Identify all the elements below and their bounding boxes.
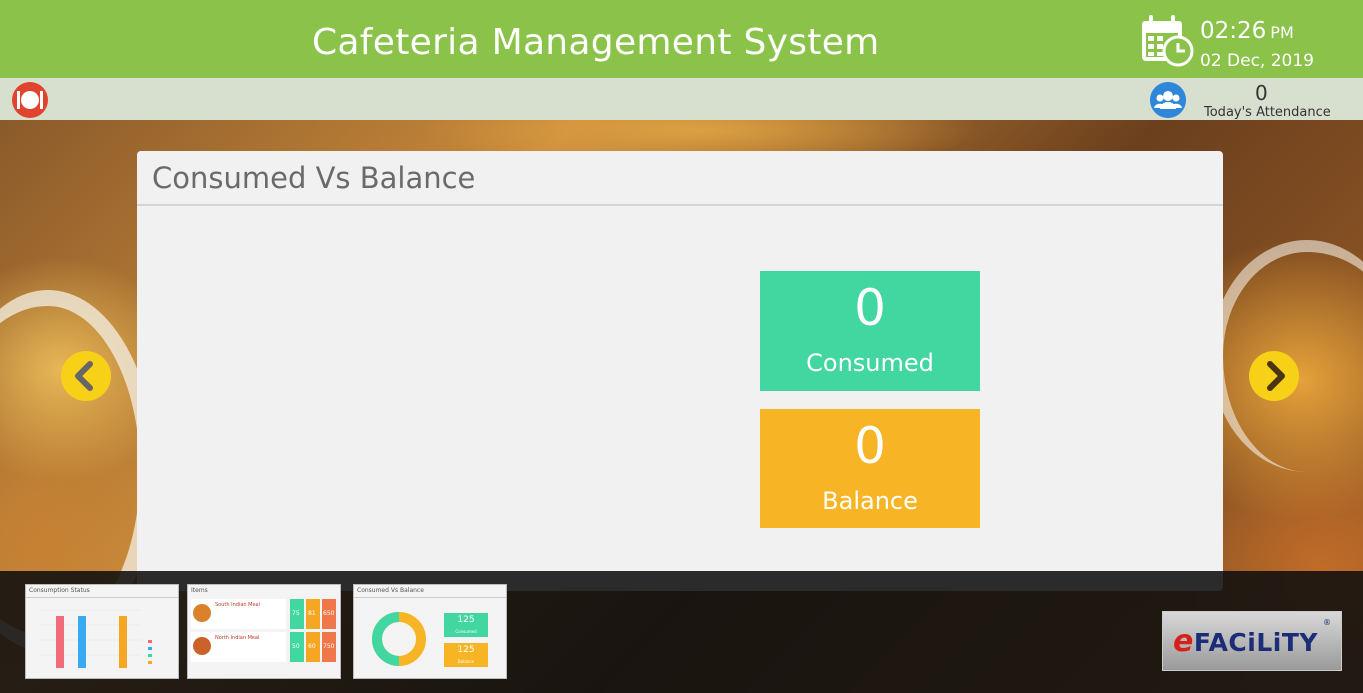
users-icon xyxy=(1150,82,1186,118)
thumbnail-items-table xyxy=(191,599,336,662)
clock-ampm: PM xyxy=(1270,23,1294,42)
thumbnail-cell: 81 xyxy=(308,610,316,617)
thumbnail-balance-label: Balance xyxy=(458,659,474,664)
thumbnail-consumed-vs-balance[interactable]: Consumed Vs Balance 125 Consumed 125 Bal… xyxy=(353,584,507,679)
header-bar: Cafeteria Management System 02:26 PM 02 D… xyxy=(0,0,1363,78)
thumbnail-row-label: North Indian Meal xyxy=(215,635,260,641)
thumbnail-cell: 50 xyxy=(292,643,300,650)
brand-e: e xyxy=(1173,624,1194,659)
thumbnail-balance-value: 125 xyxy=(457,645,475,655)
attendance-label: Today's Attendance xyxy=(1204,105,1331,120)
calendar-clock-icon xyxy=(1142,15,1194,67)
chevron-left-icon xyxy=(75,361,93,391)
thumbnail-consumed-label: Consumed xyxy=(455,629,477,634)
thumbnail-menu-items[interactable]: Items South Indian Meal North Indian Mea… xyxy=(187,584,341,679)
consumed-label: Consumed xyxy=(806,349,934,377)
balance-card: 0 Balance xyxy=(760,409,980,528)
thumbnail-cell: 750 xyxy=(323,643,335,650)
panel-title: Consumed Vs Balance xyxy=(152,161,476,195)
consumed-vs-balance-panel: Consumed Vs Balance 0 Consumed 0 Balance xyxy=(137,151,1223,591)
clock-date: 02 Dec, 2019 xyxy=(1200,51,1315,71)
next-slide-button[interactable] xyxy=(1249,351,1299,401)
thumbnail-consumption-status[interactable]: Consumption Status xyxy=(25,584,179,679)
chevron-right-icon xyxy=(1267,361,1285,391)
consumed-card: 0 Consumed xyxy=(760,271,980,391)
thumbnail-cell: 650 xyxy=(323,610,335,617)
panel-divider xyxy=(137,204,1223,206)
previous-slide-button[interactable] xyxy=(61,351,111,401)
restaurant-logo-icon[interactable] xyxy=(12,82,48,118)
attendance-count: 0 xyxy=(1255,81,1268,105)
thumbnail-strip: Consumption Status Items South Indian Me… xyxy=(0,571,1363,693)
sub-bar: 0 Today's Attendance xyxy=(0,78,1363,120)
thumbnail-bar-chart xyxy=(40,609,152,668)
brand-registered: ® xyxy=(1323,618,1331,627)
balance-label: Balance xyxy=(822,487,918,515)
thumbnail-cell: 60 xyxy=(308,643,316,650)
efacility-logo: eFACiLiTY ® xyxy=(1162,611,1342,671)
clock-time: 02:26 PM xyxy=(1200,18,1294,44)
thumbnail-consumed-value: 125 xyxy=(457,615,475,625)
app-title: Cafeteria Management System xyxy=(312,22,880,63)
thumbnail-row-label: South Indian Meal xyxy=(215,602,260,608)
brand-name: FACiLiTY xyxy=(1193,628,1318,657)
balance-value: 0 xyxy=(854,417,886,475)
thumbnail-cell: 75 xyxy=(292,610,300,617)
consumed-value: 0 xyxy=(854,279,886,337)
